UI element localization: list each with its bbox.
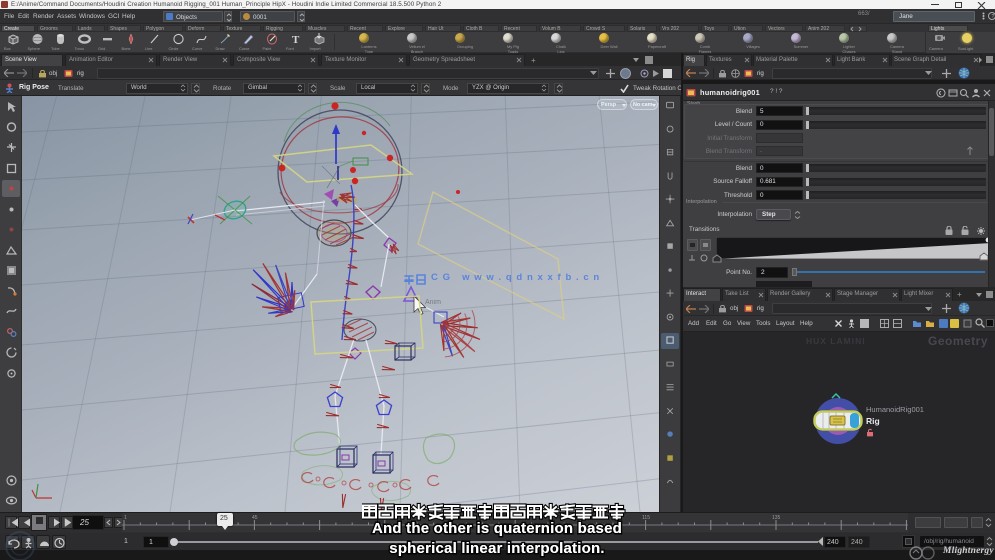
svg-text:1: 1 bbox=[124, 515, 127, 521]
svg-text:Anim: Anim bbox=[425, 299, 441, 306]
svg-text:T: T bbox=[292, 34, 300, 45]
